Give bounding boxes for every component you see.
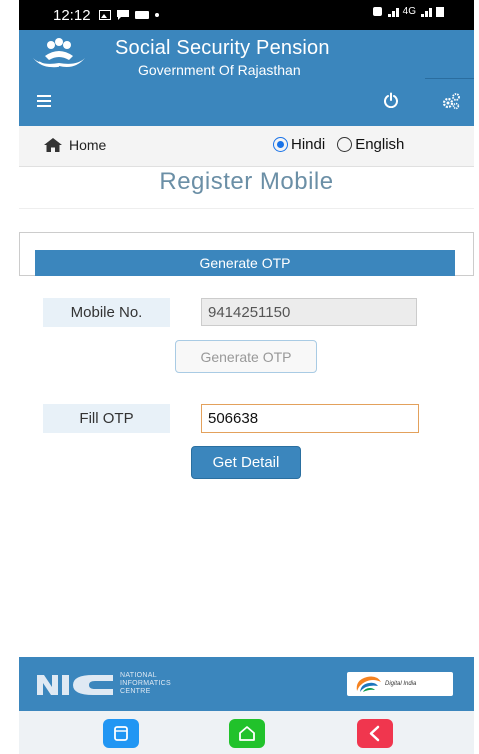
message-icon <box>116 10 129 20</box>
gallery-icon <box>98 10 111 20</box>
status-bar: 12:12 4G <box>19 0 474 30</box>
home-label: Home <box>69 137 107 153</box>
nic-text: NATIONAL INFORMATICS CENTRE <box>120 672 171 696</box>
nic-line1: NATIONAL <box>120 672 157 679</box>
sms-icon <box>134 11 149 19</box>
battery-icon <box>436 7 444 17</box>
nav-row: Home Hindi English <box>19 126 474 167</box>
notification-icons <box>98 10 159 20</box>
get-detail-button[interactable]: Get Detail <box>191 446 301 479</box>
recent-apps-icon <box>114 726 128 741</box>
nic-logo-icon <box>37 675 113 695</box>
nic-line2: INFORMATICS <box>120 680 172 687</box>
generate-otp-button[interactable]: Generate OTP <box>175 340 317 373</box>
menu-icon[interactable] <box>37 95 51 107</box>
panel-heading: Generate OTP <box>35 250 455 276</box>
title-divider <box>19 208 474 209</box>
app-header: Social Security Pension Government Of Ra… <box>19 30 474 78</box>
otp-label: Fill OTP <box>43 404 170 433</box>
language-selector: Hindi English <box>273 136 404 153</box>
hindi-radio[interactable] <box>273 137 288 152</box>
mobile-input[interactable] <box>201 298 417 326</box>
digital-india-icon <box>356 676 381 692</box>
mobile-label: Mobile No. <box>43 298 170 327</box>
app-title: Social Security Pension <box>115 37 330 59</box>
back-icon <box>369 725 380 742</box>
settings-icon[interactable] <box>441 92 461 110</box>
back-button[interactable] <box>357 719 393 748</box>
digital-india-logo: Digital India <box>347 672 453 696</box>
toolbar-divider <box>425 78 474 79</box>
english-label: English <box>355 136 405 153</box>
signal-icon <box>387 6 399 17</box>
home-icon <box>44 138 62 152</box>
recent-apps-button[interactable] <box>103 719 139 748</box>
signal-icon-2 <box>420 6 432 17</box>
home-link[interactable]: Home <box>43 137 106 153</box>
home-nav-icon <box>239 726 255 741</box>
otp-input[interactable] <box>201 404 419 433</box>
status-time: 12:12 <box>53 6 91 24</box>
home-button[interactable] <box>229 719 265 748</box>
power-icon[interactable] <box>383 92 399 108</box>
alarm-icon <box>372 7 382 16</box>
pension-logo-icon <box>33 38 85 68</box>
toolbar <box>19 78 474 126</box>
system-icons: 4G <box>372 6 444 17</box>
digital-india-text: Digital India <box>385 681 417 687</box>
app-screen: 12:12 4G Social Security Pension Governm… <box>19 0 474 754</box>
nic-line3: CENTRE <box>120 688 151 695</box>
english-radio[interactable] <box>337 137 353 152</box>
app-subtitle: Government Of Rajasthan <box>138 62 301 78</box>
dot-icon <box>154 13 159 17</box>
hindi-label: Hindi <box>291 136 326 153</box>
network-label: 4G <box>402 6 416 17</box>
page-title: Register Mobile <box>159 168 334 195</box>
